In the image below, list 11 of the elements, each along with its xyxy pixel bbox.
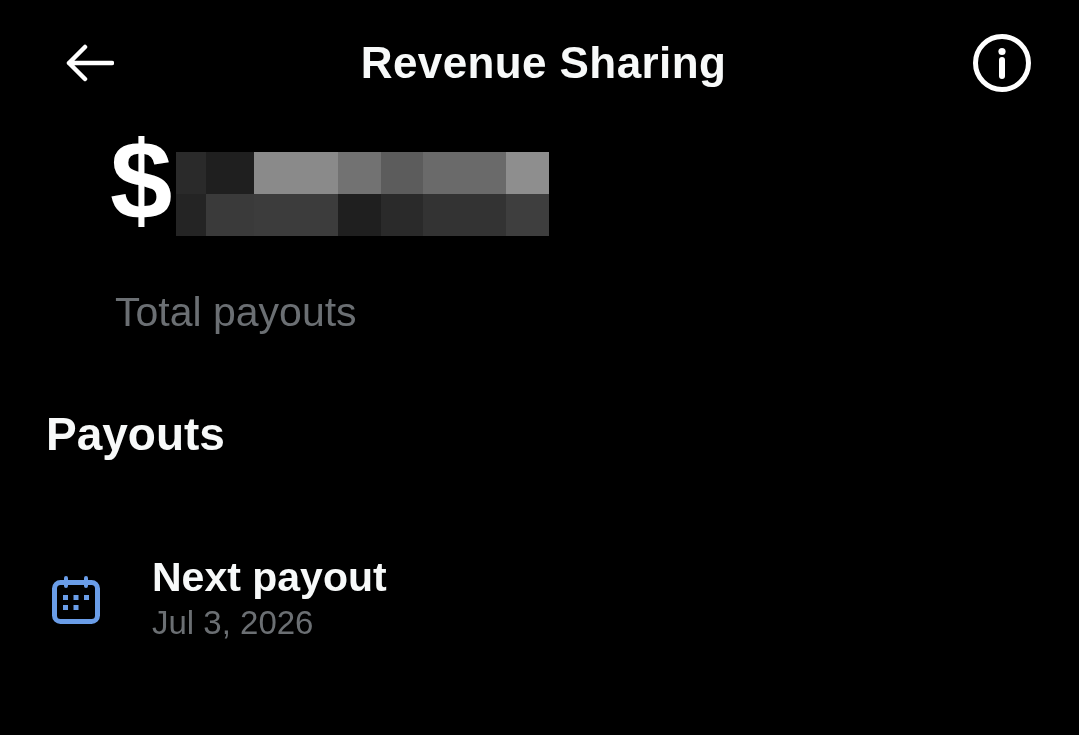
- calendar-icon: [52, 576, 100, 624]
- back-button[interactable]: [64, 44, 114, 82]
- amount-currency: $: [110, 125, 173, 237]
- payout-title: Next payout: [152, 556, 387, 598]
- payout-date: Jul 3, 2026: [152, 603, 314, 643]
- info-icon: [973, 34, 1031, 92]
- back-arrow-icon: [64, 44, 114, 82]
- page-title: Revenue Sharing: [360, 38, 727, 88]
- info-button[interactable]: [973, 34, 1031, 92]
- section-heading: Payouts: [46, 410, 225, 458]
- total-payouts-label: Total payouts: [115, 290, 357, 334]
